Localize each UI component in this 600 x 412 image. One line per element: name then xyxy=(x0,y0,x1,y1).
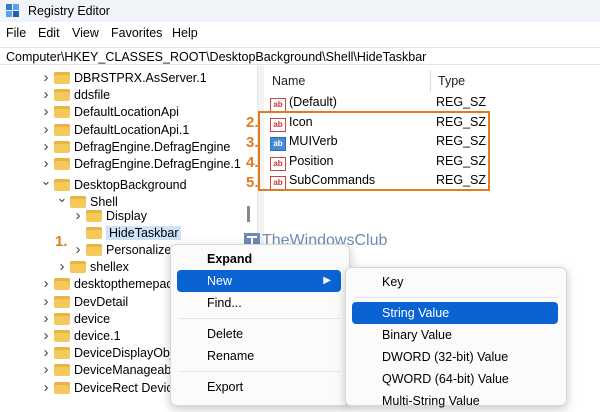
folder-icon xyxy=(54,347,70,360)
tree-item-label: DefragEngine.DefragEngine xyxy=(74,139,231,154)
annotation-highlight-box xyxy=(258,111,490,191)
folder-icon xyxy=(70,261,86,274)
context-new-label: New xyxy=(207,274,233,288)
submenu-string-value[interactable]: String Value xyxy=(352,302,558,324)
folder-icon xyxy=(54,330,70,342)
context-delete[interactable]: Delete xyxy=(177,323,341,345)
menu-bar: File Edit View Favorites Help xyxy=(0,26,600,44)
context-separator xyxy=(179,371,339,372)
context-new[interactable]: New ▶ xyxy=(177,270,341,292)
folder-icon xyxy=(86,209,102,222)
tree-item-label: DBRSTPRX.AsServer.1 xyxy=(74,71,207,85)
tree-item-label: DeviceDisplayObje xyxy=(74,346,180,361)
folder-icon xyxy=(54,295,70,308)
context-export[interactable]: Export xyxy=(177,376,341,398)
chevron-down-icon[interactable]: ⌄ xyxy=(56,188,68,208)
folder-icon xyxy=(54,123,70,136)
tree-item-label: DefaultLocationApi xyxy=(74,105,179,120)
string-value-icon: ab xyxy=(270,98,286,112)
submenu-qword-value[interactable]: QWORD (64-bit) Value xyxy=(352,368,558,390)
tree-scrollbar-thumb[interactable] xyxy=(247,206,250,222)
menu-file[interactable]: File xyxy=(6,26,26,40)
tree-item-label: Display xyxy=(106,208,147,223)
folder-icon xyxy=(54,278,70,291)
chevron-right-icon[interactable]: › xyxy=(40,378,52,398)
annotation-1: 1. xyxy=(55,233,68,250)
tree-item-label: ddsfile xyxy=(74,88,111,103)
chevron-down-icon[interactable]: ⌄ xyxy=(40,171,52,191)
folder-icon xyxy=(54,158,70,170)
annotation-4: 4. xyxy=(246,154,259,171)
folder-icon xyxy=(54,381,70,394)
folder-icon xyxy=(54,72,70,84)
tree-item-label: DefaultLocationApi.1 xyxy=(74,122,190,137)
address-bar[interactable]: Computer\HKEY_CLASSES_ROOT\DesktopBackgr… xyxy=(0,47,600,65)
annotation-2: 2. xyxy=(246,114,259,131)
new-submenu: Key String Value Binary Value DWORD (32-… xyxy=(345,267,567,408)
folder-icon xyxy=(54,89,70,102)
tree-item-label: HideTaskbar xyxy=(106,225,182,240)
folder-icon xyxy=(86,226,102,239)
value-row[interactable]: ab (Default) REG_SZ xyxy=(264,92,600,112)
tree-item-label: desktopthemepac xyxy=(74,277,173,292)
window-title: Registry Editor xyxy=(28,4,110,18)
menu-edit[interactable]: Edit xyxy=(38,26,60,40)
annotation-5: 5. xyxy=(246,174,259,191)
registry-editor-icon xyxy=(6,4,19,17)
tree-item-label: device xyxy=(74,311,111,326)
folder-icon xyxy=(54,106,70,119)
folder-icon xyxy=(54,364,70,377)
context-menu: Expand New ▶ Find... Delete Rename Expor… xyxy=(170,244,350,406)
menu-favorites[interactable]: Favorites xyxy=(111,26,162,40)
tree-item[interactable]: › DeviceRect Device xyxy=(40,378,180,398)
folder-icon xyxy=(86,244,102,256)
annotation-3: 3. xyxy=(246,134,259,151)
folder-icon xyxy=(54,312,70,325)
tree-item-label: DefragEngine.DefragEngine.1 xyxy=(74,157,241,171)
context-rename[interactable]: Rename xyxy=(177,345,341,367)
context-expand[interactable]: Expand xyxy=(177,248,341,270)
tree-item-label: device.1 xyxy=(74,329,121,343)
value-name: (Default) xyxy=(289,95,337,109)
tree-item-label: Personalize xyxy=(106,243,172,257)
submenu-multi-string-value[interactable]: Multi-String Value xyxy=(352,390,558,412)
submenu-dword-value[interactable]: DWORD (32-bit) Value xyxy=(352,346,558,368)
submenu-key[interactable]: Key xyxy=(352,271,558,293)
folder-icon xyxy=(54,140,70,153)
value-type: REG_SZ xyxy=(436,95,487,109)
column-header-type[interactable]: Type xyxy=(438,74,465,88)
submenu-separator xyxy=(354,297,558,298)
tree-item-label: shellex xyxy=(90,260,129,275)
menu-help[interactable]: Help xyxy=(172,26,198,40)
context-find[interactable]: Find... xyxy=(177,292,341,314)
tree-item-label: DevDetail xyxy=(74,294,129,309)
column-separator[interactable] xyxy=(430,70,431,92)
tree-item-label: DeviceManageabil xyxy=(74,363,177,378)
submenu-binary-value[interactable]: Binary Value xyxy=(352,324,558,346)
tree-item-label: DeviceRect Device xyxy=(74,380,180,395)
chevron-right-icon: ▶ xyxy=(323,275,331,286)
column-header-name[interactable]: Name xyxy=(272,74,305,88)
context-separator xyxy=(179,318,339,319)
menu-view[interactable]: View xyxy=(72,26,99,40)
